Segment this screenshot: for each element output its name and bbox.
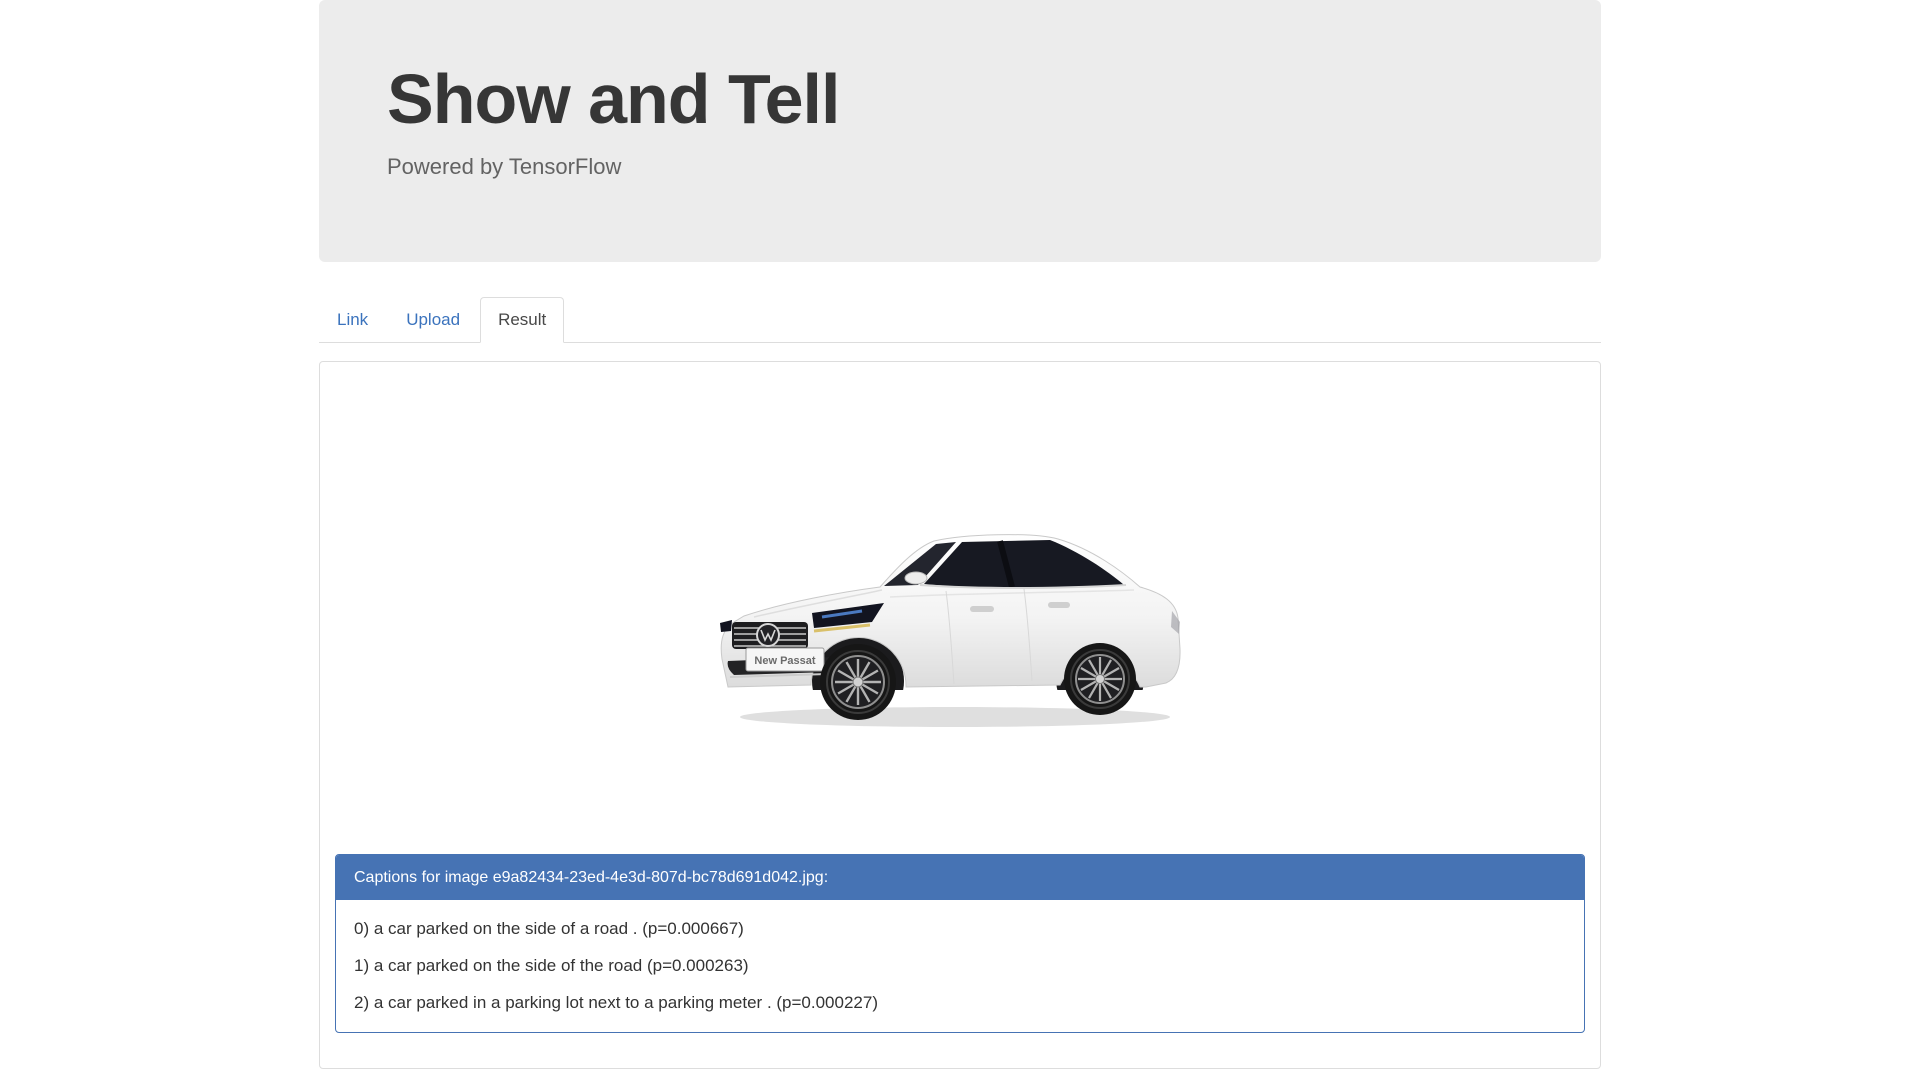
- front-wheel: [820, 643, 896, 720]
- car-plate-badge: New Passat: [754, 655, 815, 667]
- result-image-wrap: New Passat: [335, 377, 1585, 854]
- tab-link[interactable]: Link: [319, 297, 386, 343]
- page-subtitle: Powered by TensorFlow: [387, 154, 622, 179]
- result-pane: New Passat Captions for image e9a82434-2…: [319, 361, 1601, 1069]
- tab-upload[interactable]: Upload: [388, 297, 478, 343]
- rear-wheel: [1064, 642, 1136, 715]
- tab-upload-label[interactable]: Upload: [388, 297, 478, 343]
- tab-bar: Link Upload Result: [319, 297, 1601, 343]
- captions-panel-header: Captions for image e9a82434-23ed-4e3d-80…: [336, 855, 1584, 900]
- caption-item: 0) a car parked on the side of a road . …: [354, 919, 744, 938]
- captions-panel: Captions for image e9a82434-23ed-4e3d-80…: [335, 854, 1585, 1033]
- page-title: Show and Tell: [387, 60, 840, 138]
- caption-item: 2) a car parked in a parking lot next to…: [354, 993, 878, 1012]
- captions-panel-body: 0) a car parked on the side of a road . …: [336, 900, 1584, 1032]
- car-image: New Passat: [720, 533, 1181, 727]
- page-container: Show and Tell Powered by TensorFlow Link…: [319, 0, 1601, 1069]
- tab-result[interactable]: Result: [480, 297, 565, 343]
- tab-link-label[interactable]: Link: [319, 297, 386, 343]
- caption-item: 1) a car parked on the side of the road …: [354, 956, 749, 975]
- tab-result-label[interactable]: Result: [480, 297, 565, 343]
- hero-banner: Show and Tell Powered by TensorFlow: [319, 0, 1601, 262]
